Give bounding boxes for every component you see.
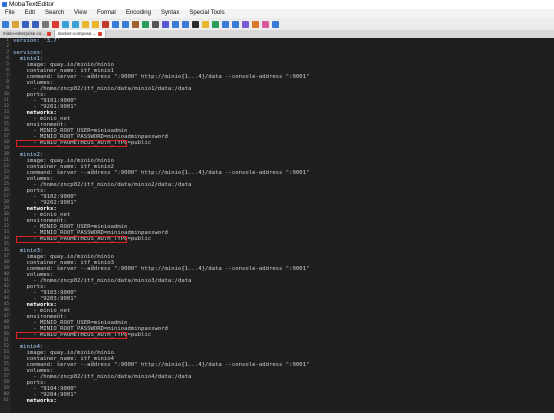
menu-item-special-tools[interactable]: Special Tools <box>184 9 229 18</box>
tab-bar: minio-enterprise.co... docker-compose.... <box>0 30 554 38</box>
menu-bar: File Edit Search View Format Encoding Syntax Sp… <box>0 9 554 18</box>
terminal-icon[interactable] <box>192 20 199 28</box>
code-line: 61 networks: <box>0 398 554 404</box>
highlight-box <box>16 235 127 243</box>
menu-item-format[interactable]: Format <box>92 9 121 18</box>
star-icon[interactable] <box>82 20 89 28</box>
menu-item-syntax[interactable]: Syntax <box>156 9 184 18</box>
save-icon[interactable] <box>22 20 29 28</box>
menu-item-edit[interactable]: Edit <box>20 9 40 18</box>
paste-icon[interactable] <box>132 20 139 28</box>
file-tab[interactable]: docker-compose.... <box>55 30 107 38</box>
help-icon[interactable] <box>272 20 279 28</box>
settings-icon[interactable] <box>242 20 249 28</box>
find-next-icon[interactable] <box>172 20 179 28</box>
save-all-icon[interactable] <box>32 20 39 28</box>
wrap-icon[interactable] <box>232 20 239 28</box>
line-number: 61 <box>3 398 9 403</box>
menu-item-search[interactable]: Search <box>40 9 69 18</box>
window-title: MobaTextEditor <box>9 1 55 8</box>
file-tab-label: docker-compose.... <box>58 31 97 36</box>
code-editor[interactable]: 1 version: '3.7' 2 3 services: 4 minio1: 5 ima… <box>0 38 554 413</box>
open-icon[interactable] <box>12 20 19 28</box>
link-icon[interactable] <box>262 20 269 28</box>
menu-item-encoding[interactable]: Encoding <box>121 9 156 18</box>
bookmark-icon[interactable] <box>182 20 189 28</box>
undo-icon[interactable] <box>112 20 119 28</box>
close-tab-icon[interactable] <box>98 31 103 36</box>
new-file-icon[interactable] <box>2 20 9 28</box>
macro-icon[interactable] <box>202 20 209 28</box>
app-icon <box>2 2 7 7</box>
menu-item-file[interactable]: File <box>0 9 20 18</box>
format-icon[interactable] <box>222 20 229 28</box>
file-tab-label: minio-enterprise.co... <box>3 31 46 36</box>
refresh-icon[interactable] <box>142 20 149 28</box>
delete-icon[interactable] <box>102 20 109 28</box>
close-icon[interactable] <box>52 20 59 28</box>
print-icon[interactable] <box>42 20 49 28</box>
toolbar <box>0 18 554 30</box>
pencil-icon[interactable] <box>252 20 259 28</box>
cut-icon[interactable] <box>62 20 69 28</box>
replace-icon[interactable] <box>162 20 169 28</box>
favorite-icon[interactable] <box>92 20 99 28</box>
color-icon[interactable] <box>212 20 219 28</box>
status-bar <box>0 413 554 420</box>
redo-icon[interactable] <box>122 20 129 28</box>
search-icon[interactable] <box>152 20 159 28</box>
file-tab[interactable]: minio-enterprise.co... <box>0 30 56 38</box>
highlight-box <box>16 139 127 147</box>
menu-item-view[interactable]: View <box>69 9 92 18</box>
code-text: networks: <box>13 398 57 404</box>
highlight-box <box>16 331 127 339</box>
title-bar: MobaTextEditor <box>0 0 554 9</box>
copy-icon[interactable] <box>72 20 79 28</box>
close-tab-icon[interactable] <box>47 31 52 36</box>
